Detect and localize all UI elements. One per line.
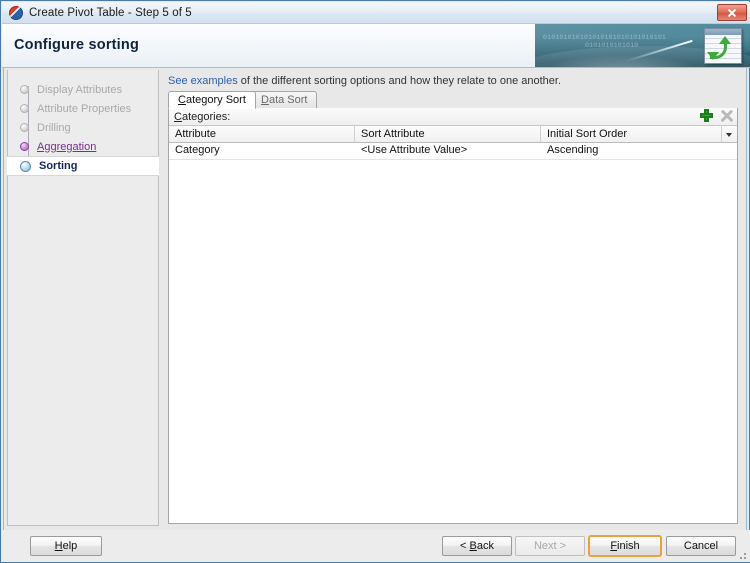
step-node-icon (20, 160, 31, 172)
sidebar-item-label[interactable]: Aggregation (37, 141, 96, 153)
sidebar-item-aggregation[interactable]: Aggregation (8, 137, 158, 156)
sidebar-item-sorting[interactable]: Sorting (7, 156, 159, 176)
column-header-attribute[interactable]: Attribute (169, 126, 355, 142)
categories-toolbar-actions (700, 109, 733, 122)
sidebar-item-drilling: Drilling (8, 118, 158, 137)
banner-binary-line-1: 010101010101010101010101010101 (543, 34, 667, 41)
sidebar-item-label: Display Attributes (37, 83, 122, 96)
grip-dot (740, 557, 742, 559)
help-label-rest: elp (62, 540, 78, 552)
cancel-button[interactable]: Cancel (666, 536, 736, 556)
sidebar-item-label: Sorting (39, 160, 78, 172)
tab-category-sort-label: ategory Sort (185, 94, 246, 106)
step-node-icon (20, 123, 29, 132)
grid-header-row: Attribute Sort Attribute Initial Sort Or… (169, 126, 737, 143)
back-button[interactable]: < Back (442, 536, 512, 556)
tab-data-sort-label: ata Sort (268, 94, 308, 106)
title-bar: Create Pivot Table - Step 5 of 5 (2, 2, 750, 24)
sidebar-item-attribute-properties: Attribute Properties (8, 99, 158, 118)
column-header-initial-sort-order[interactable]: Initial Sort Order (541, 126, 721, 142)
arrow-down-icon (707, 52, 719, 60)
plus-icon[interactable] (700, 109, 713, 122)
categories-panel: Categories: Attribute Sort Attribute Ini… (168, 108, 738, 524)
dialog-window: Create Pivot Table - Step 5 of 5 Configu… (0, 0, 750, 563)
wizard-steps-list: Display Attributes Attribute Properties … (7, 70, 159, 176)
back-prefix: < (460, 540, 470, 552)
dialog-content: Display Attributes Attribute Properties … (2, 68, 750, 530)
grip-dot (744, 557, 746, 559)
wizard-steps-sidebar: Display Attributes Attribute Properties … (7, 70, 159, 526)
resize-grip[interactable] (736, 549, 746, 559)
categories-label: Categories: (174, 111, 230, 123)
page-title: Configure sorting (14, 37, 140, 53)
step-node-icon (20, 85, 29, 94)
tab-category-sort-mnemonic: C (178, 94, 186, 106)
categories-toolbar: Categories: (169, 108, 737, 126)
back-label-rest: ack (476, 540, 494, 552)
dialog-footer: Help < Back Next > Finish Cancel (2, 530, 750, 562)
help-button[interactable]: Help (30, 536, 102, 556)
help-mnemonic: H (54, 540, 63, 552)
finish-button[interactable]: Finish (588, 535, 662, 557)
header-banner-art: 010101010101010101010101010101 010101010… (535, 24, 750, 67)
table-row[interactable]: Category <Use Attribute Value> Ascending (169, 143, 737, 160)
finish-label-rest: inish (617, 540, 640, 552)
window-controls (717, 4, 747, 21)
tab-strip: Category Sort Data Sort (168, 91, 738, 109)
oracle-logo-icon (9, 5, 23, 20)
cell-sort-attribute[interactable]: <Use Attribute Value> (355, 143, 541, 159)
sidebar-item-label: Attribute Properties (37, 102, 132, 115)
sidebar-item-display-attributes: Display Attributes (8, 80, 158, 99)
sidebar-item-label: Drilling (37, 121, 71, 134)
categories-label-mnemonic: C (174, 110, 182, 123)
tab-category-sort[interactable]: Category Sort (168, 91, 256, 109)
banner-binary-line-2: 0101010101010 (585, 42, 639, 49)
main-panel: See examples of the different sorting op… (164, 70, 745, 526)
pivot-table-icon (704, 28, 742, 64)
back-mnemonic: B (469, 540, 477, 552)
categories-label-rest: ategories: (181, 110, 231, 123)
close-icon[interactable] (717, 4, 747, 21)
tab-data-sort[interactable]: Data Sort (251, 91, 318, 109)
window-title: Create Pivot Table - Step 5 of 5 (29, 6, 192, 19)
delete-x-icon (720, 109, 733, 122)
step-node-icon (20, 104, 29, 113)
see-examples-link[interactable]: See examples (168, 75, 238, 87)
cell-attribute[interactable]: Category (169, 143, 355, 159)
intro-rest-text: of the different sorting options and how… (237, 75, 562, 87)
step-node-icon (20, 142, 29, 151)
intro-text: See examples of the different sorting op… (168, 75, 561, 87)
column-header-sort-attribute[interactable]: Sort Attribute (355, 126, 541, 142)
chevron-down-icon[interactable] (721, 126, 737, 142)
next-button: Next > (515, 536, 585, 556)
grip-dot (744, 553, 746, 555)
page-header: Configure sorting 0101010101010101010101… (2, 24, 750, 68)
cell-initial-sort-order[interactable]: Ascending (541, 143, 721, 159)
tab-data-sort-mnemonic: D (261, 94, 269, 106)
